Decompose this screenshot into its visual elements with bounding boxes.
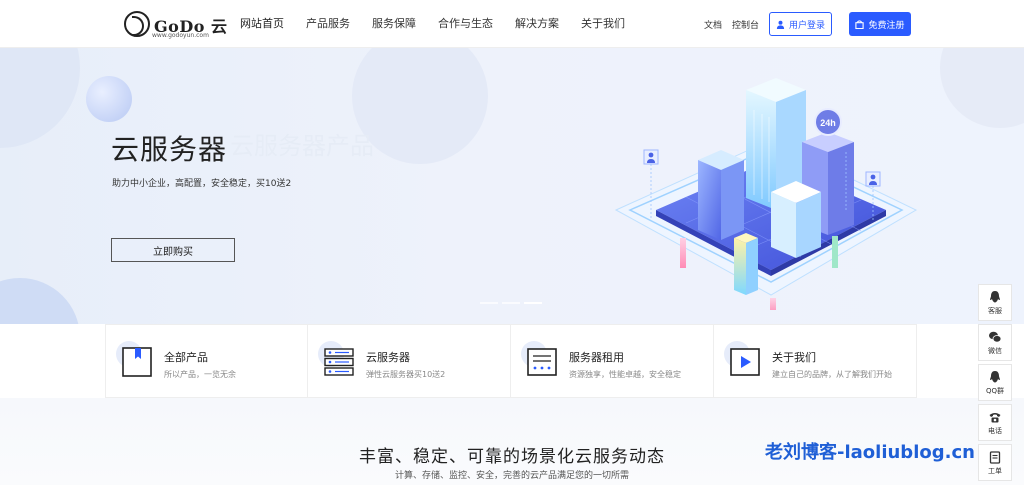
list-window-icon: [521, 341, 559, 379]
qq-group-icon: [990, 370, 1000, 382]
quick-cards: 全部产品 所以产品，一览无余 云服务器 弹性云服务器买10送2 服务器租用 资源…: [105, 324, 917, 398]
float-ticket[interactable]: 工单: [978, 444, 1012, 481]
nav-products[interactable]: 产品服务: [306, 0, 350, 48]
card-cloud-server[interactable]: 云服务器 弹性云服务器买10送2: [308, 324, 511, 398]
float-label: 工单: [988, 466, 1002, 475]
console-link[interactable]: 控制台: [732, 18, 759, 31]
float-label: 电话: [988, 426, 1002, 435]
badge-24h: 24h: [820, 118, 836, 128]
carousel-dot[interactable]: [480, 302, 498, 304]
nav-partners[interactable]: 合作与生态: [438, 0, 493, 48]
float-qq-group[interactable]: QQ群: [978, 364, 1012, 401]
carousel-dot[interactable]: [502, 302, 520, 304]
banner-subtitle: 助力中小企业，高配置，安全稳定，买10送2: [112, 179, 292, 189]
floating-contact-bar: 客服 微信 QQ群 电话 工单: [978, 284, 1012, 484]
card-title: 云服务器: [366, 351, 410, 364]
bookmark-icon: [116, 341, 154, 379]
float-label: 客服: [988, 306, 1002, 315]
play-icon: [724, 341, 762, 379]
card-title: 服务器租用: [569, 351, 624, 364]
banner-watermark: 云服务器产品: [230, 132, 374, 160]
card-desc: 建立自己的品牌，从了解我们开始: [772, 370, 892, 379]
cloud-server-illustration: 24h: [614, 78, 918, 310]
login-button[interactable]: 用户登录: [769, 12, 832, 36]
logo-url: www.godoyun.com: [152, 32, 209, 39]
main-nav: 网站首页 产品服务 服务保障 合作与生态 解决方案 关于我们: [240, 0, 647, 48]
user-icon: [776, 20, 785, 29]
hero-banner: 云服务器产品 云服务器 助力中小企业，高配置，安全稳定，买10送2 立即购买 2…: [0, 48, 1024, 324]
float-label: QQ群: [985, 386, 1005, 395]
blog-watermark: 老刘博客-laoliublog.cn: [765, 442, 975, 463]
site-header: GoDo 云 www.godoyun.com 网站首页 产品服务 服务保障 合作…: [0, 0, 1024, 48]
register-label: 免费注册: [868, 20, 905, 31]
card-desc: 所以产品，一览无余: [164, 370, 236, 379]
card-about-us[interactable]: 关于我们 建立自己的品牌，从了解我们开始: [714, 324, 917, 398]
qq-icon: [990, 290, 1000, 302]
buy-now-button[interactable]: 立即购买: [111, 238, 235, 262]
ticket-icon: [989, 450, 1001, 464]
float-wechat[interactable]: 微信: [978, 324, 1012, 361]
card-desc: 资源独享，性能卓越，安全稳定: [569, 370, 681, 379]
carousel-dot-active[interactable]: [524, 302, 542, 304]
bag-icon: [855, 19, 865, 29]
login-label: 用户登录: [788, 20, 825, 31]
nav-about[interactable]: 关于我们: [581, 0, 625, 48]
card-all-products[interactable]: 全部产品 所以产品，一览无余: [105, 324, 308, 398]
server-icon: [318, 341, 356, 379]
float-phone[interactable]: 电话: [978, 404, 1012, 441]
card-server-rental[interactable]: 服务器租用 资源独享，性能卓越，安全稳定: [511, 324, 714, 398]
logo-mark-icon: [124, 11, 150, 37]
docs-link[interactable]: 文档: [704, 18, 722, 31]
nav-service[interactable]: 服务保障: [372, 0, 416, 48]
decor-blob: [0, 48, 80, 148]
float-customer-service[interactable]: 客服: [978, 284, 1012, 321]
card-desc: 弹性云服务器买10送2: [366, 370, 446, 379]
section-subtitle: 计算、存储、监控、安全，完善的云产品满足您的一切所需: [394, 471, 629, 481]
phone-icon: [989, 412, 1001, 422]
logo[interactable]: GoDo 云 www.godoyun.com: [124, 8, 227, 42]
card-title: 全部产品: [164, 351, 208, 364]
top-links: 文档 控制台: [704, 0, 769, 48]
register-button[interactable]: 免费注册: [849, 12, 911, 36]
float-label: 微信: [988, 346, 1002, 355]
card-title: 关于我们: [772, 351, 816, 364]
decor-blob: [0, 278, 80, 324]
banner-title: 云服务器: [111, 133, 228, 166]
carousel-dots: [480, 302, 546, 304]
nav-solutions[interactable]: 解决方案: [515, 0, 559, 48]
decor-blob: [940, 48, 1024, 128]
decor-sphere: [86, 76, 132, 122]
wechat-icon: [989, 331, 1002, 342]
nav-home[interactable]: 网站首页: [240, 0, 284, 48]
